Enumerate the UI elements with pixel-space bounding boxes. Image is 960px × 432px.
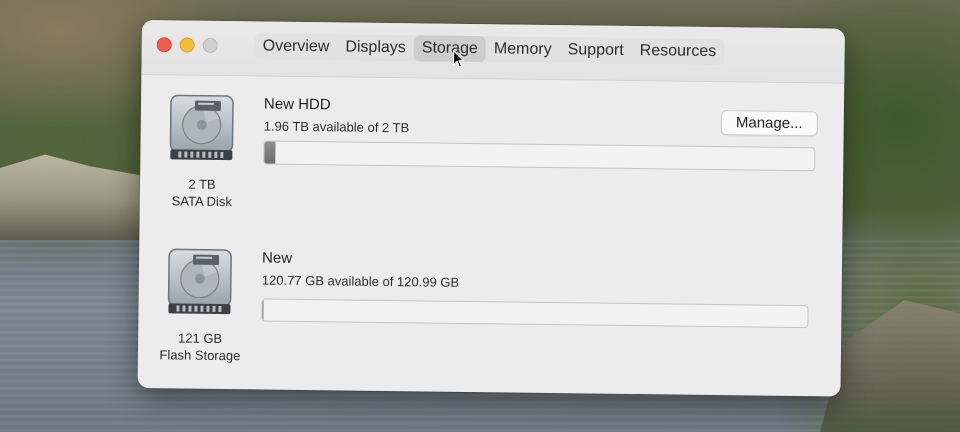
tab-memory[interactable]: Memory [486,36,560,63]
hard-drive-icon [167,248,232,315]
disk-row: 121 GB Flash Storage New 120.77 GB avail… [139,243,842,363]
tab-resources[interactable]: Resources [632,38,725,65]
storage-panel: 2 TB SATA Disk New HDD 1.96 TB available… [138,75,845,397]
disk-capacity-label: 2 TB [188,176,216,192]
storage-usage-bar [263,140,816,172]
tab-storage[interactable]: Storage [413,35,487,63]
tab-displays[interactable]: Displays [337,34,414,61]
about-this-mac-window: Overview Displays Storage Memory Support… [137,20,845,397]
wallpaper-cliff [0,154,150,240]
zoom-button[interactable] [202,37,218,53]
disk-capacity-label: 121 GB [177,330,223,347]
hard-drive-icon [169,94,234,161]
desktop-wallpaper: Overview Displays Storage Memory Support… [0,0,960,432]
close-button[interactable] [156,37,172,53]
storage-usage-bar [261,298,809,329]
window-titlebar[interactable]: Overview Displays Storage Memory Support… [141,20,845,84]
manage-button[interactable]: Manage... [720,110,818,137]
disk-available-text: 120.77 GB available of 120.99 GB [261,272,460,290]
disk-name: New HDD [263,95,331,114]
disk-name: New [261,249,293,267]
tab-support[interactable]: Support [559,37,631,64]
disk-type-label: SATA Disk [171,193,232,210]
disk-row: 2 TB SATA Disk New HDD 1.96 TB available… [141,89,844,209]
mouse-pointer-icon [452,49,465,68]
tab-overview[interactable]: Overview [255,33,338,60]
disk-type-label: Flash Storage [159,347,241,364]
storage-usage-fill [262,299,264,321]
disk-available-text: 1.96 TB available of 2 TB [263,118,410,136]
minimize-button[interactable] [179,37,195,53]
storage-usage-fill [264,141,276,164]
disk-capacity-caption: 121 GB Flash Storage [144,329,256,364]
tab-bar: Overview Displays Storage Memory Support… [254,33,725,66]
disk-capacity-caption: 2 TB SATA Disk [146,175,258,210]
